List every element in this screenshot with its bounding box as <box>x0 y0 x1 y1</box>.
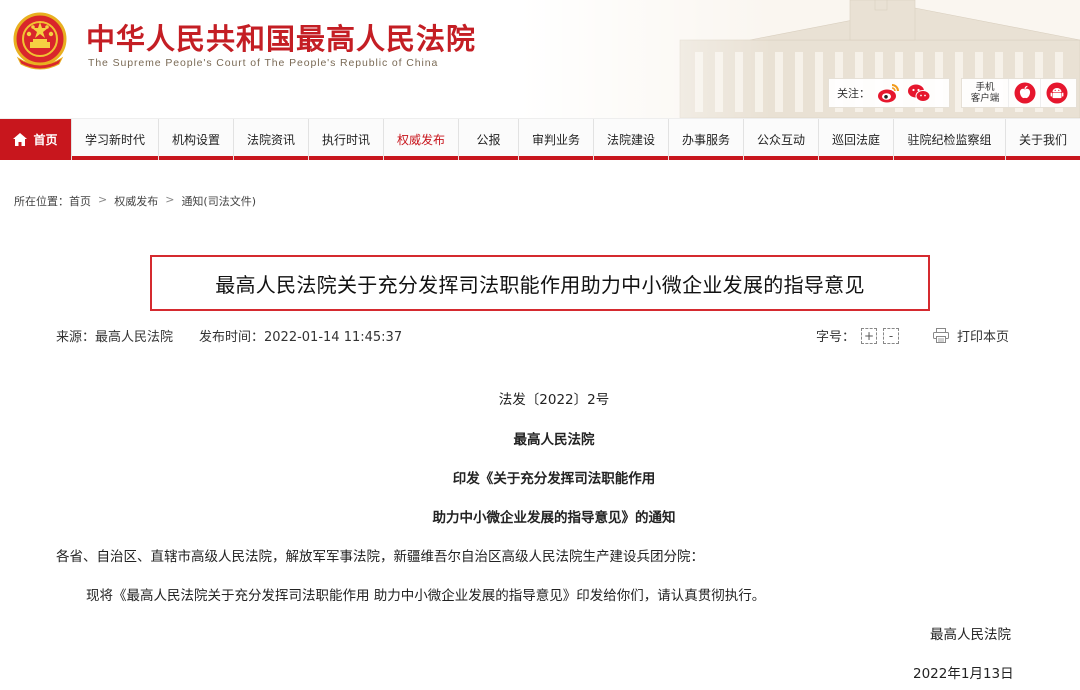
article-source: 来源：最高人民法院 <box>56 330 174 345</box>
signature-date: 2022年1月13日 <box>913 666 1014 682</box>
mobile-apps-bar: 手机 客户端 <box>961 78 1077 108</box>
national-emblem-icon <box>13 12 67 70</box>
chevron-right-icon: > <box>165 193 175 206</box>
nav-item-enforcement[interactable]: 执行时讯 <box>309 119 384 160</box>
printer-icon[interactable] <box>933 328 950 343</box>
notice-title-line-1: 印发《关于充分发挥司法职能作用 <box>452 471 656 487</box>
breadcrumb: 所在位置： 首页 > 权威发布 > 通知(司法文件) <box>14 193 256 209</box>
notice-title-line-2: 助力中小微企业发展的指导意见》的通知 <box>432 510 676 526</box>
follow-label: 关注： <box>837 87 870 100</box>
nav-item-inspection[interactable]: 驻院纪检监察组 <box>894 119 1006 160</box>
signature: 最高人民法院 <box>930 627 1011 643</box>
site-title[interactable]: 中华人民共和国最高人民法院 <box>86 16 476 58</box>
nav-item-study[interactable]: 学习新时代 <box>72 119 159 160</box>
breadcrumb-prefix: 所在位置： <box>14 195 69 208</box>
font-increase-button[interactable]: + <box>861 327 878 344</box>
chevron-right-icon: > <box>98 193 108 206</box>
weibo-icon[interactable] <box>876 80 902 106</box>
nav-item-home[interactable]: 首页 <box>0 119 72 160</box>
nav-item-interaction[interactable]: 公众互动 <box>744 119 819 160</box>
document-number: 法发〔2022〕2号 <box>498 392 610 408</box>
site-subtitle: The Supreme People's Court of The People… <box>88 57 439 69</box>
article-meta: 来源：最高人民法院 发布时间：2022-01-14 11:45:37 <box>56 326 402 345</box>
article-title: 最高人民法院关于充分发挥司法职能作用助力中小微企业发展的指导意见 <box>215 272 865 297</box>
nav-item-news[interactable]: 法院资讯 <box>234 119 309 160</box>
article-publish-time: 发布时间：2022-01-14 11:45:37 <box>199 330 403 345</box>
breadcrumb-releases[interactable]: 权威发布 <box>114 193 158 209</box>
wechat-icon[interactable] <box>906 80 932 106</box>
issuer-name: 最高人民法院 <box>513 432 595 448</box>
apple-icon[interactable] <box>1008 79 1040 107</box>
home-icon <box>13 133 28 146</box>
print-page-link[interactable]: 打印本页 <box>957 326 1009 345</box>
breadcrumb-notices[interactable]: 通知(司法文件) <box>181 193 256 209</box>
font-size-label: 字号： <box>816 330 856 345</box>
nav-item-releases[interactable]: 权威发布 <box>384 119 459 160</box>
nav-item-institutions[interactable]: 机构设置 <box>159 119 234 160</box>
nav-item-about[interactable]: 关于我们 <box>1006 119 1080 160</box>
body-paragraph: 现将《最高人民法院关于充分发挥司法职能作用 助力中小微企业发展的指导意见》印发给… <box>86 588 766 604</box>
nav-item-gazette[interactable]: 公报 <box>459 119 519 160</box>
main-nav: 首页 学习新时代 机构设置 法院资讯 执行时讯 权威发布 公报 审判业务 法院建… <box>0 118 1080 160</box>
nav-item-circuit-courts[interactable]: 巡回法庭 <box>819 119 894 160</box>
recipients-paragraph: 各省、自治区、直辖市高级人民法院，解放军军事法院，新疆维吾尔自治区高级人民法院生… <box>56 549 704 565</box>
nav-item-court-building[interactable]: 法院建设 <box>594 119 669 160</box>
article-tools: 字号： + - 打印本页 <box>816 326 1009 345</box>
font-decrease-button[interactable]: - <box>883 327 900 344</box>
breadcrumb-home[interactable]: 首页 <box>69 193 91 209</box>
nav-item-services[interactable]: 办事服务 <box>669 119 744 160</box>
follow-bar: 关注： <box>828 78 950 108</box>
mobile-client-label: 手机 客户端 <box>970 82 1000 104</box>
article-title-box: 最高人民法院关于充分发挥司法职能作用助力中小微企业发展的指导意见 <box>150 255 930 311</box>
android-icon[interactable] <box>1040 79 1072 107</box>
site-header: 中华人民共和国最高人民法院 The Supreme People's Court… <box>0 0 1080 118</box>
nav-item-trial[interactable]: 审判业务 <box>519 119 594 160</box>
